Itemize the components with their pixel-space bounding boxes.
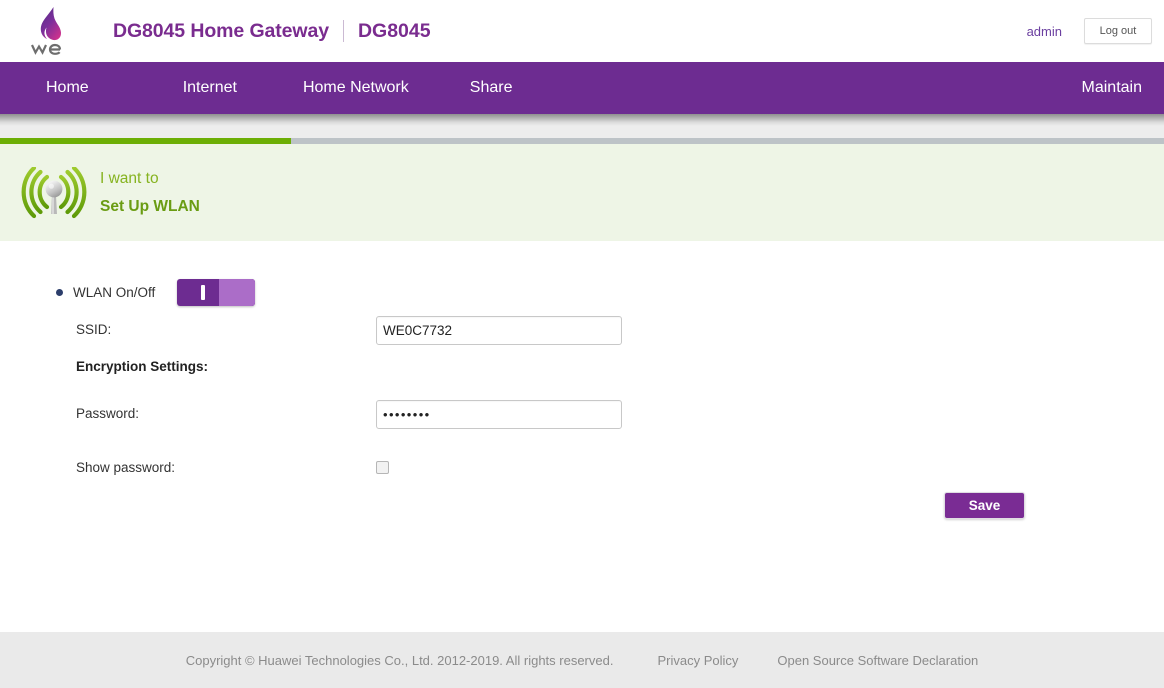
banner-text: I want to Set Up WLAN — [100, 171, 200, 214]
wlan-onoff-label: WLAN On/Off — [73, 285, 156, 300]
progress-zone — [0, 126, 1164, 144]
current-user-label: admin — [1026, 23, 1062, 39]
encryption-settings-heading: Encryption Settings: — [76, 359, 209, 374]
main-navigation: Home Internet Home Network Share Maintai… — [0, 62, 1164, 114]
copyright-text: Copyright © Huawei Technologies Co., Ltd… — [185, 652, 614, 668]
wlan-onoff-toggle[interactable] — [177, 279, 256, 306]
show-password-checkbox-wrap — [376, 461, 389, 474]
ssid-label-wrap: SSID: — [76, 322, 111, 337]
nav-shadow-strip — [0, 114, 1164, 126]
wifi-antenna-icon — [16, 166, 92, 219]
show-password-checkbox[interactable] — [376, 461, 389, 474]
toggle-on-mark-icon — [201, 285, 206, 300]
brand-area: DG8045 Home Gateway DG8045 — [113, 20, 431, 43]
ssid-input-wrap — [376, 316, 622, 345]
toggle-knob[interactable] — [219, 279, 256, 306]
page-header: DG8045 Home Gateway DG8045 admin Log out — [0, 0, 1164, 62]
wifi-antenna-svg — [21, 166, 87, 218]
flame-shape — [40, 7, 62, 41]
footer-link-open-source-declaration[interactable]: Open Source Software Declaration — [777, 653, 978, 668]
we-logo — [18, 5, 80, 57]
we-wordmark — [31, 43, 62, 55]
ssid-label: SSID: — [76, 322, 112, 337]
we-logo-svg — [31, 7, 62, 55]
password-input[interactable] — [376, 400, 622, 429]
password-label: Password: — [76, 406, 140, 421]
nav-items: Home Internet Home Network Share — [0, 62, 512, 114]
show-password-label-wrap: Show password: — [76, 460, 175, 475]
brand-divider — [342, 20, 344, 42]
banner-line-1: I want to — [100, 170, 159, 187]
footer-link-privacy-policy[interactable]: Privacy Policy — [657, 653, 738, 668]
save-button[interactable]: Save — [944, 492, 1025, 519]
ssid-input[interactable] — [376, 316, 622, 345]
bullet-icon — [56, 289, 63, 296]
wlan-form: WLAN On/Off SSID: Encryption Settings: P… — [0, 241, 1164, 629]
password-input-wrap — [376, 400, 622, 429]
progress-fill — [0, 138, 291, 144]
header-right: admin Log out — [1027, 0, 1152, 62]
wlan-toggle-row: WLAN On/Off — [56, 279, 256, 306]
nav-item-share[interactable]: Share — [470, 62, 513, 114]
logout-button[interactable]: Log out — [1084, 18, 1152, 44]
password-label-wrap: Password: — [76, 406, 139, 421]
page-footer: Copyright © Huawei Technologies Co., Ltd… — [0, 632, 1164, 688]
encryption-settings-heading-wrap: Encryption Settings: — [76, 359, 208, 374]
nav-item-home[interactable]: Home — [46, 62, 89, 114]
banner-line-2: Set Up WLAN — [100, 197, 200, 215]
show-password-label: Show password: — [76, 460, 176, 475]
brand-model: DG8045 — [357, 19, 431, 42]
brand-title: DG8045 Home Gateway — [113, 19, 329, 42]
wlan-banner: I want to Set Up WLAN — [0, 144, 1164, 241]
nav-item-maintain[interactable]: Maintain — [1082, 62, 1142, 114]
nav-item-home-network[interactable]: Home Network — [303, 62, 409, 114]
nav-item-internet[interactable]: Internet — [183, 62, 237, 114]
